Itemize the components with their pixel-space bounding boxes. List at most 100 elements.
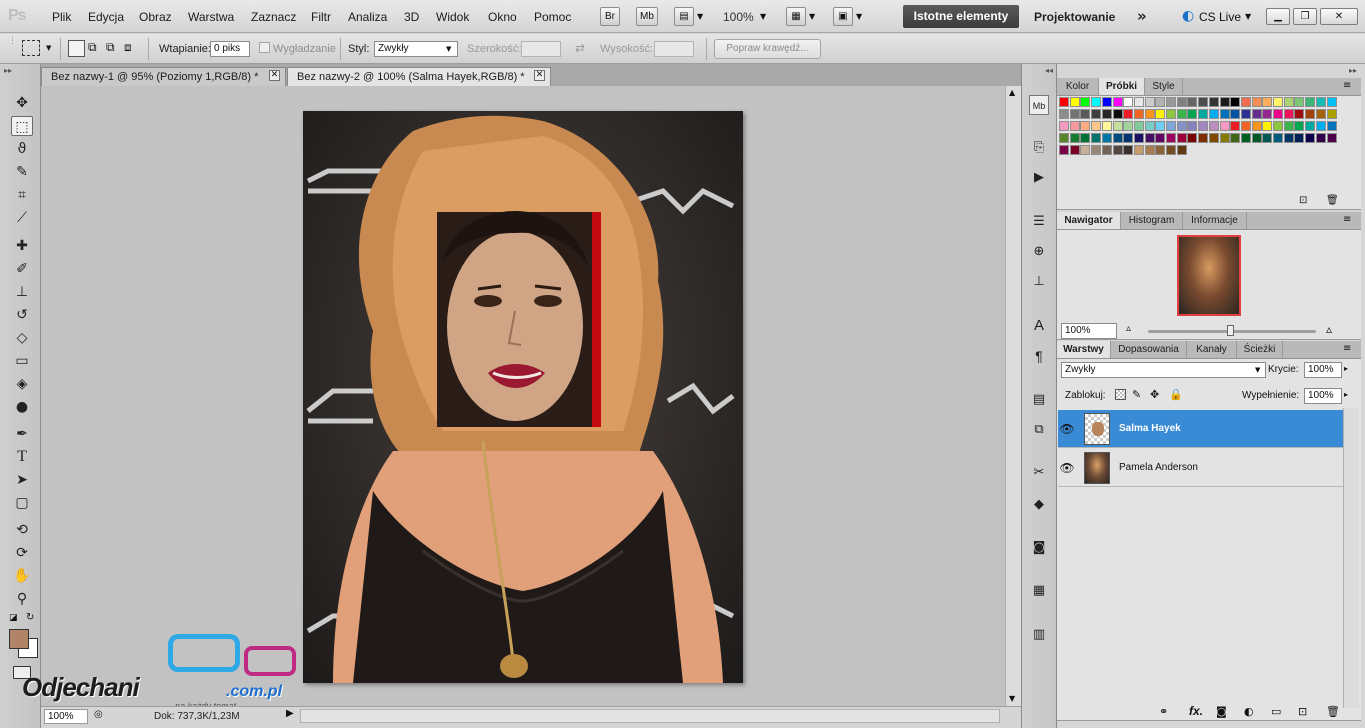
paragraph-panel-icon[interactable]: ¶: [1029, 346, 1049, 366]
tab-swatches[interactable]: Próbki: [1099, 78, 1145, 95]
menu-analysis[interactable]: Analiza: [348, 10, 387, 24]
menu-view[interactable]: Widok: [436, 10, 469, 24]
document-image[interactable]: [303, 111, 743, 683]
color-swatch[interactable]: [1294, 133, 1305, 143]
chevron-down-icon[interactable]: ▼: [1245, 12, 1251, 21]
lock-pixels-icon[interactable]: ✎: [1132, 388, 1141, 401]
color-swatch[interactable]: [1208, 133, 1219, 143]
zoom-out-icon[interactable]: ▵: [1126, 323, 1131, 334]
color-swatch[interactable]: [1144, 145, 1155, 155]
lock-position-icon[interactable]: ✥: [1150, 388, 1159, 401]
color-swatch[interactable]: [1133, 133, 1144, 143]
color-swatch[interactable]: [1273, 133, 1283, 143]
color-swatch[interactable]: [1080, 109, 1091, 119]
color-swatch[interactable]: [1251, 109, 1262, 119]
color-swatch[interactable]: [1219, 121, 1230, 131]
color-swatch[interactable]: [1198, 121, 1209, 131]
menu-file[interactable]: Plik: [52, 10, 71, 24]
color-swatch[interactable]: [1101, 97, 1112, 107]
gradient-icon[interactable]: ▭: [11, 351, 33, 371]
clone-source-icon[interactable]: ⊥: [1029, 272, 1049, 292]
bridge-button[interactable]: Br: [600, 7, 620, 26]
color-swatch[interactable]: [1101, 109, 1112, 119]
vertical-scrollbar[interactable]: [1005, 86, 1021, 706]
zoom-level[interactable]: 100%: [723, 10, 754, 24]
color-swatch[interactable]: [1315, 133, 1326, 143]
swap-colors-icon[interactable]: ↻: [26, 612, 34, 623]
status-info-icon[interactable]: ◎: [94, 709, 103, 720]
color-swatch[interactable]: [1080, 133, 1091, 143]
status-menu-arrow-icon[interactable]: ▶: [286, 708, 294, 719]
color-swatch[interactable]: [1166, 109, 1176, 119]
color-swatch[interactable]: [1176, 109, 1187, 119]
color-swatch[interactable]: [1240, 121, 1251, 131]
color-swatch[interactable]: [1059, 97, 1069, 107]
restore-button[interactable]: ❐: [1293, 8, 1317, 25]
color-swatch[interactable]: [1155, 121, 1166, 131]
height-input[interactable]: [654, 41, 694, 57]
collapse-icon[interactable]: ▸▸: [1349, 66, 1357, 75]
color-swatch[interactable]: [1091, 97, 1102, 107]
color-swatch[interactable]: [1101, 121, 1112, 131]
eraser-icon[interactable]: ◇: [11, 328, 33, 348]
screen-mode-icon[interactable]: ▣: [833, 7, 853, 26]
color-swatch[interactable]: [1187, 133, 1198, 143]
color-swatch[interactable]: [1166, 97, 1176, 107]
color-swatch[interactable]: [1219, 133, 1230, 143]
color-swatch[interactable]: [1315, 97, 1326, 107]
foreground-color-swatch[interactable]: [9, 629, 29, 649]
color-swatch[interactable]: [1187, 109, 1198, 119]
mini-bridge-panel-icon[interactable]: Mb: [1029, 95, 1049, 115]
navigator-thumbnail[interactable]: [1177, 235, 1241, 316]
new-swatch-icon[interactable]: ⊡: [1299, 195, 1307, 206]
color-swatch[interactable]: [1283, 133, 1294, 143]
color-swatch[interactable]: [1208, 97, 1219, 107]
color-swatch[interactable]: [1187, 97, 1198, 107]
spot-healing-icon[interactable]: ✚: [11, 236, 33, 256]
link-layers-icon[interactable]: ⚭: [1159, 705, 1168, 718]
status-zoom-field[interactable]: 100%: [44, 709, 88, 724]
trash-icon[interactable]: 🗑: [1326, 195, 1339, 206]
refine-edge-button[interactable]: Popraw krawędź...: [714, 39, 821, 59]
color-swatch[interactable]: [1144, 133, 1155, 143]
color-swatch[interactable]: [1187, 121, 1198, 131]
lock-transparency-icon[interactable]: [1115, 389, 1126, 400]
color-swatch[interactable]: [1091, 109, 1102, 119]
close-icon[interactable]: ✕: [534, 70, 545, 81]
tab-color[interactable]: Kolor: [1057, 78, 1099, 95]
navigator-zoom-field[interactable]: 100%: [1061, 323, 1117, 339]
menu-layer[interactable]: Warstwa: [188, 10, 234, 24]
color-swatch[interactable]: [1198, 97, 1209, 107]
color-swatch[interactable]: [1198, 109, 1209, 119]
color-swatch[interactable]: [1123, 145, 1134, 155]
blend-mode-select[interactable]: Zwykły: [1061, 362, 1266, 378]
zoom-in-icon[interactable]: ▵: [1326, 322, 1332, 336]
color-swatch[interactable]: [1069, 121, 1080, 131]
camera-panel-icon[interactable]: ◙: [1029, 538, 1049, 558]
color-swatch[interactable]: [1144, 121, 1155, 131]
color-swatch[interactable]: [1283, 109, 1294, 119]
clone-stamp-icon[interactable]: ⊥: [11, 282, 33, 302]
color-swatch[interactable]: [1059, 145, 1069, 155]
color-swatch[interactable]: [1123, 121, 1134, 131]
color-swatch[interactable]: [1326, 97, 1337, 107]
color-swatch[interactable]: [1294, 109, 1305, 119]
new-group-icon[interactable]: ▭: [1271, 705, 1281, 718]
zoom-icon[interactable]: ⚲: [11, 589, 33, 609]
menu-select[interactable]: Zaznacz: [251, 10, 296, 24]
new-layer-icon[interactable]: ⊡: [1298, 705, 1307, 718]
color-swatch[interactable]: [1251, 121, 1262, 131]
tab-info[interactable]: Informacje: [1183, 212, 1247, 229]
history-brush-icon[interactable]: ↺: [11, 305, 33, 325]
adjustment-layer-icon[interactable]: ◐: [1244, 705, 1254, 718]
expand-icon[interactable]: ◂◂: [1045, 66, 1053, 75]
color-swatch[interactable]: [1305, 97, 1316, 107]
width-input[interactable]: [521, 41, 561, 57]
color-swatch[interactable]: [1091, 145, 1102, 155]
hand-icon[interactable]: ✋: [11, 566, 33, 586]
close-button[interactable]: ✕: [1320, 8, 1358, 25]
color-swatch[interactable]: [1059, 121, 1069, 131]
close-icon[interactable]: ✕: [269, 70, 280, 81]
rectangular-marquee-icon[interactable]: ⬚: [11, 116, 33, 136]
color-swatch[interactable]: [1283, 121, 1294, 131]
